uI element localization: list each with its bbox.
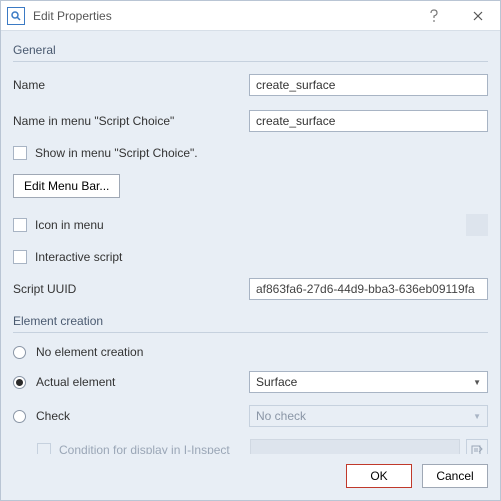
check-value: No check xyxy=(256,409,306,423)
dialog-window: Edit Properties General Name Name in men… xyxy=(0,0,501,501)
script-uuid-label: Script UUID xyxy=(13,282,249,296)
condition-edit-button xyxy=(466,439,488,454)
actual-element-select[interactable]: Surface ▼ xyxy=(249,371,488,393)
no-element-radio[interactable] xyxy=(13,346,26,359)
script-uuid-input[interactable] xyxy=(249,278,488,300)
actual-element-radio[interactable] xyxy=(13,376,26,389)
no-element-label: No element creation xyxy=(36,345,143,359)
ok-button[interactable]: OK xyxy=(346,464,412,488)
section-general: General xyxy=(13,39,488,62)
check-select: No check ▼ xyxy=(249,405,488,427)
icon-in-menu-label: Icon in menu xyxy=(35,218,466,232)
actual-element-value: Surface xyxy=(256,375,297,389)
condition-input xyxy=(250,439,460,454)
cancel-button[interactable]: Cancel xyxy=(422,464,488,488)
check-radio[interactable] xyxy=(13,410,26,423)
chevron-down-icon: ▼ xyxy=(473,412,481,421)
edit-icon xyxy=(471,444,483,454)
edit-menu-bar-button[interactable]: Edit Menu Bar... xyxy=(13,174,120,198)
show-in-menu-label: Show in menu "Script Choice". xyxy=(35,146,198,160)
condition-checkbox xyxy=(37,443,51,454)
window-title: Edit Properties xyxy=(33,9,412,23)
app-icon xyxy=(7,7,25,25)
dialog-footer: OK Cancel xyxy=(1,454,500,500)
menu-name-label: Name in menu "Script Choice" xyxy=(13,114,249,128)
icon-in-menu-checkbox[interactable] xyxy=(13,218,27,232)
check-label: Check xyxy=(36,409,249,423)
help-button[interactable] xyxy=(412,1,456,31)
dialog-content: General Name Name in menu "Script Choice… xyxy=(1,31,500,454)
condition-label: Condition for display in I-Inspect xyxy=(59,443,230,454)
name-label: Name xyxy=(13,78,249,92)
section-element-creation: Element creation xyxy=(13,310,488,333)
icon-preview[interactable] xyxy=(466,214,488,236)
menu-name-input[interactable] xyxy=(249,110,488,132)
interactive-script-checkbox[interactable] xyxy=(13,250,27,264)
close-button[interactable] xyxy=(456,1,500,31)
interactive-script-label: Interactive script xyxy=(35,250,122,264)
actual-element-label: Actual element xyxy=(36,375,249,389)
show-in-menu-checkbox[interactable] xyxy=(13,146,27,160)
titlebar: Edit Properties xyxy=(1,1,500,31)
chevron-down-icon: ▼ xyxy=(473,378,481,387)
name-input[interactable] xyxy=(249,74,488,96)
